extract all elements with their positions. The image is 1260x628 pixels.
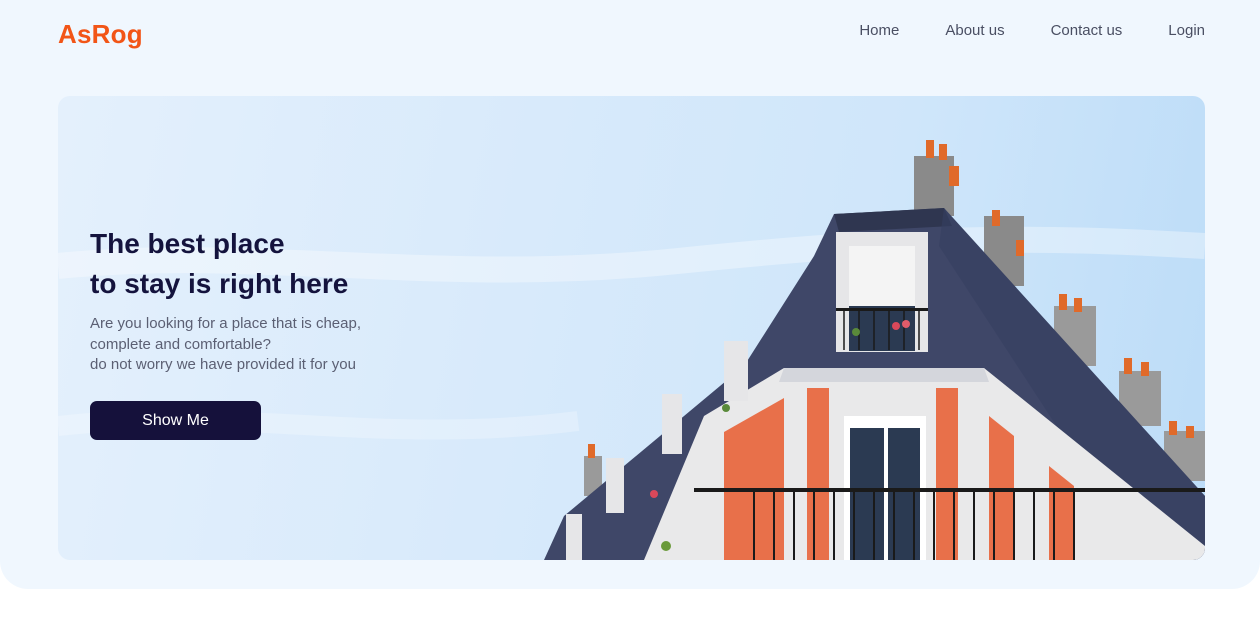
nav-item-login[interactable]: Login — [1168, 22, 1205, 39]
nav-item-contact-us[interactable]: Contact us — [1051, 22, 1123, 39]
hero-title-line-1: The best place — [90, 228, 285, 259]
hero-description-line-2: complete and comfortable? — [90, 335, 271, 353]
top-nav: Home About us Contact us Login — [859, 22, 1205, 39]
brand-logo[interactable]: AsRog — [58, 19, 143, 50]
building-photo-icon — [544, 140, 1205, 560]
page: AsRog Home About us Contact us Login The… — [0, 0, 1260, 589]
nav-item-home[interactable]: Home — [859, 22, 899, 39]
hero-title-line-2: to stay is right here — [90, 268, 349, 299]
hero-description: Are you looking for a place that is chea… — [90, 314, 450, 376]
hero-banner: The best place to stay is right here Are… — [58, 96, 1205, 560]
hero-description-line-1: Are you looking for a place that is chea… — [90, 315, 361, 332]
hero-text: The best place to stay is right here Are… — [90, 224, 450, 376]
hero-description-line-3: do not worry we have provided it for you — [90, 356, 356, 373]
nav-item-about-us[interactable]: About us — [945, 22, 1004, 39]
show-me-button[interactable]: Show Me — [90, 401, 261, 440]
hero-title: The best place to stay is right here — [90, 224, 450, 304]
